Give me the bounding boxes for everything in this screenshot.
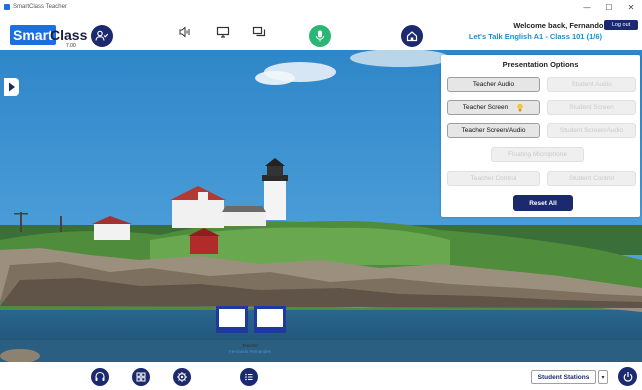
monitor-screen bbox=[257, 309, 283, 327]
monitor-screen bbox=[219, 309, 245, 327]
teacher-monitor-right[interactable] bbox=[254, 306, 286, 333]
class-name: Let's Talk English A1 - Class 101 (1/6) bbox=[468, 32, 602, 41]
panel-title: Presentation Options bbox=[502, 60, 579, 69]
smartclass-logo: Smart Class 7.00 bbox=[10, 25, 88, 49]
grid-button[interactable] bbox=[132, 368, 150, 386]
side-panel-toggle[interactable] bbox=[4, 78, 19, 96]
power-icon bbox=[623, 371, 632, 382]
microphone-icon bbox=[316, 30, 324, 42]
teacher-control-button[interactable]: Teacher Control bbox=[447, 171, 540, 186]
settings-icon bbox=[177, 372, 187, 382]
close-button[interactable]: ✕ bbox=[622, 0, 640, 14]
logo-version: 7.00 bbox=[66, 43, 76, 49]
title-bar: SmartClass Teacher — ☐ ✕ bbox=[0, 0, 642, 14]
teacher-monitor-left[interactable] bbox=[216, 306, 248, 333]
presentation-options-panel: Presentation Options Teacher Audio Stude… bbox=[441, 55, 640, 217]
chevron-right-icon bbox=[8, 82, 15, 92]
headset-button[interactable] bbox=[91, 368, 109, 386]
maximize-button[interactable]: ☐ bbox=[600, 0, 618, 14]
student-stations-select[interactable]: Student Stations bbox=[531, 370, 596, 384]
student-screen-button[interactable]: Student Screen bbox=[547, 100, 636, 115]
microphone-button[interactable] bbox=[309, 25, 331, 47]
teacher-audio-button[interactable]: Teacher Audio bbox=[447, 77, 540, 92]
floating-microphone-button[interactable]: Floating Microphone bbox=[491, 147, 584, 162]
teacher-screen-label: Teacher Screen bbox=[462, 104, 509, 111]
power-button[interactable] bbox=[618, 367, 637, 386]
headset-icon bbox=[95, 371, 105, 381]
welcome-text: Welcome back, Fernando! bbox=[513, 21, 606, 30]
logo-class: Class bbox=[50, 27, 88, 43]
speaker-button[interactable] bbox=[177, 25, 193, 39]
list-icon bbox=[245, 373, 253, 381]
users-button[interactable] bbox=[91, 25, 113, 47]
student-screen-audio-button[interactable]: Student Screen/Audio bbox=[547, 123, 636, 138]
users-icon bbox=[95, 30, 109, 41]
teacher-screen-audio-button[interactable]: Teacher Screen/Audio bbox=[447, 123, 540, 138]
lightbulb-icon bbox=[517, 103, 524, 111]
grid-icon bbox=[136, 372, 146, 382]
student-control-button[interactable]: Student Control bbox=[547, 171, 636, 186]
monitor-button[interactable] bbox=[215, 25, 231, 39]
smartclass-window: SmartClass Teacher — ☐ ✕ Smart Class 7.0… bbox=[0, 0, 642, 390]
app-icon bbox=[4, 4, 10, 10]
reset-all-button[interactable]: Reset All bbox=[513, 195, 573, 211]
window-title: SmartClass Teacher bbox=[13, 4, 67, 10]
chat-button[interactable] bbox=[251, 25, 267, 39]
monitor-icon bbox=[216, 26, 230, 38]
logo-smart: Smart bbox=[10, 25, 56, 45]
minimize-button[interactable]: — bbox=[578, 0, 596, 14]
settings-button[interactable] bbox=[173, 368, 191, 386]
teacher-screen-button[interactable]: Teacher Screen bbox=[447, 100, 540, 115]
student-audio-button[interactable]: Student Audio bbox=[547, 77, 636, 92]
logout-button[interactable]: Log out bbox=[604, 20, 638, 30]
monitor-label: Teacher bbox=[241, 343, 258, 348]
list-button[interactable] bbox=[240, 368, 258, 386]
stations-dropdown-arrow[interactable]: ▾ bbox=[598, 370, 608, 384]
chat-icon bbox=[252, 26, 266, 37]
monitor-sublabel: Fernando Fernandes bbox=[228, 349, 272, 354]
speaker-icon bbox=[179, 26, 190, 38]
